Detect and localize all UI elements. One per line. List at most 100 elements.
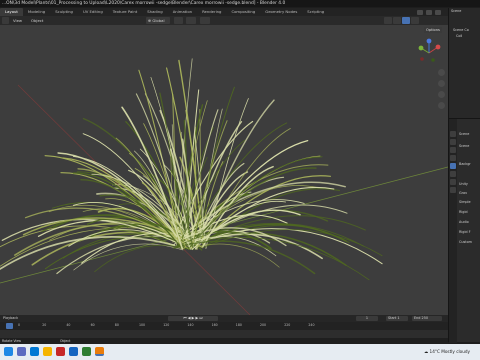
properties-title: Scene	[459, 132, 470, 136]
edge-browser-icon[interactable]	[30, 347, 39, 356]
panel-simplify[interactable]: Simple	[459, 199, 471, 206]
tab-compositing[interactable]: Compositing	[226, 8, 260, 16]
tab-layout[interactable]: Layout	[0, 8, 23, 16]
app-icon-red[interactable]	[56, 347, 65, 356]
camera-view-icon[interactable]	[438, 91, 445, 98]
viewport-canvas	[0, 38, 448, 315]
options-dropdown[interactable]: Options	[424, 27, 442, 33]
timeline-tick: 240	[308, 323, 315, 327]
tab-modeling[interactable]: Modeling	[23, 8, 50, 16]
pan-hand-icon[interactable]	[438, 80, 445, 87]
tab-scripting[interactable]: Scripting	[302, 8, 329, 16]
navigation-gizmo[interactable]	[418, 38, 441, 62]
snap-toggle[interactable]	[186, 17, 196, 24]
weather-text: Mostly cloudy	[441, 349, 471, 354]
start-value: 1	[397, 316, 400, 320]
view-layer-tab-icon[interactable]	[450, 155, 456, 161]
timeline-ruler[interactable]: 0 20 40 60 80 100 120 140 160 180 200 220 240	[0, 322, 448, 330]
tab-uv-editing[interactable]: UV Editing	[78, 8, 108, 16]
properties-panel: Scene Scene Backgr Unity Grav Simple Rig…	[448, 118, 480, 343]
tab-geometry-nodes[interactable]: Geometry Nodes	[260, 8, 302, 16]
render-tab-icon[interactable]	[450, 139, 456, 145]
timeline-tick: 100	[139, 323, 146, 327]
scene-tab-icon[interactable]	[450, 163, 456, 169]
object-menu[interactable]: Object	[29, 17, 45, 24]
orientation-label: Global	[152, 18, 165, 23]
perspective-toggle-icon[interactable]	[438, 102, 445, 109]
tool-tab-icon[interactable]	[450, 131, 456, 137]
end-label: End	[414, 316, 421, 320]
panel-rigid-body-world[interactable]: Rigid	[459, 209, 468, 216]
pivot-point-button[interactable]	[174, 17, 183, 24]
output-tab-icon[interactable]	[450, 147, 456, 153]
transform-orientation-select[interactable]: ⊕ Global	[146, 17, 170, 24]
view-layer-icon[interactable]	[426, 9, 432, 15]
timeline-tick: 120	[163, 323, 170, 327]
timeline-tick: 60	[90, 323, 95, 327]
file-explorer-icon[interactable]	[43, 347, 52, 356]
collection-tab-icon[interactable]	[450, 179, 456, 185]
panel-scene[interactable]: Scene	[459, 143, 469, 150]
timeline-tick: 160	[211, 323, 218, 327]
editor-type-button[interactable]	[2, 17, 9, 24]
timeline-keyframe-area[interactable]	[0, 330, 448, 338]
viewport-shading-rendered[interactable]	[411, 17, 419, 24]
panel-background[interactable]: Backgr	[459, 161, 471, 168]
viewport-shading-material[interactable]	[402, 17, 410, 24]
3d-viewport[interactable]: Options	[0, 25, 448, 315]
world-tab-icon[interactable]	[450, 171, 456, 177]
viewport-shading-wire[interactable]	[384, 17, 392, 24]
texture-tab-icon[interactable]	[450, 187, 456, 193]
panel-custom-properties[interactable]: Custom	[459, 239, 472, 246]
start-frame-field[interactable]: Start 1	[386, 316, 408, 321]
weather-widget[interactable]: ☁ 14°C Mostly cloudy	[424, 347, 470, 357]
panel-audio[interactable]: Audio	[459, 219, 469, 226]
outliner-row-collection[interactable]: Coll	[456, 34, 462, 39]
tab-animation[interactable]: Animation	[168, 8, 197, 16]
end-frame-field[interactable]: End 250	[412, 316, 442, 321]
window-title: ...ON\3d Model\Plants\01_Processing to U…	[0, 0, 480, 7]
zoom-icon[interactable]	[438, 69, 445, 76]
timeline-tick: 220	[284, 323, 291, 327]
carex-plant-mesh[interactable]	[0, 58, 383, 281]
proportional-edit-toggle[interactable]	[200, 17, 210, 24]
playback-menu[interactable]: Playback	[1, 315, 20, 322]
timeline-tick: 40	[66, 323, 71, 327]
end-value: 250	[421, 316, 429, 320]
properties-tab-column	[449, 119, 457, 343]
tab-shading[interactable]: Shading	[142, 8, 167, 16]
os-taskbar: ☁ 14°C Mostly cloudy	[0, 344, 480, 360]
tab-rendering[interactable]: Rendering	[197, 8, 226, 16]
timeline-tick: 140	[187, 323, 194, 327]
panel-units[interactable]: Unity	[459, 181, 468, 188]
app-icon-green[interactable]	[82, 347, 91, 356]
scene-icon[interactable]	[417, 9, 423, 15]
x-axis-handle[interactable]	[435, 44, 441, 50]
panel-rigid-field[interactable]: Rigid F	[459, 229, 471, 236]
grass-blade	[0, 236, 176, 271]
filter-icon[interactable]	[435, 9, 441, 15]
z-axis-handle[interactable]	[426, 38, 432, 44]
blender-icon[interactable]	[95, 347, 104, 356]
y-axis-handle[interactable]	[418, 45, 424, 51]
playback-controls[interactable]: ⏮ ◀ ▶ ▶ ⏭	[168, 316, 218, 321]
timeline-tick: 180	[235, 323, 242, 327]
view-menu[interactable]: View	[11, 17, 24, 24]
playhead-marker[interactable]	[6, 323, 13, 329]
start-button-icon[interactable]	[4, 347, 13, 356]
outliner-title: Scene	[451, 9, 462, 13]
top-right-toolbar	[365, 8, 448, 16]
app-icon-blue[interactable]	[69, 347, 78, 356]
timeline-tick: 20	[42, 323, 47, 327]
current-frame-field[interactable]: 1	[356, 316, 378, 321]
gravity-checkbox-label[interactable]: Grav	[459, 190, 467, 197]
outliner-panel: Scene Scene Co Coll	[448, 8, 480, 118]
start-label: Start	[388, 316, 397, 320]
task-view-icon[interactable]	[17, 347, 26, 356]
grass-blade	[176, 237, 370, 281]
timeline-tick: 0	[18, 323, 21, 327]
viewport-shading-solid[interactable]	[393, 17, 401, 24]
tab-texture-paint[interactable]: Texture Paint	[108, 8, 143, 16]
outliner-row-scene-collection[interactable]: Scene Co	[453, 28, 469, 33]
tab-sculpting[interactable]: Sculpting	[50, 8, 78, 16]
